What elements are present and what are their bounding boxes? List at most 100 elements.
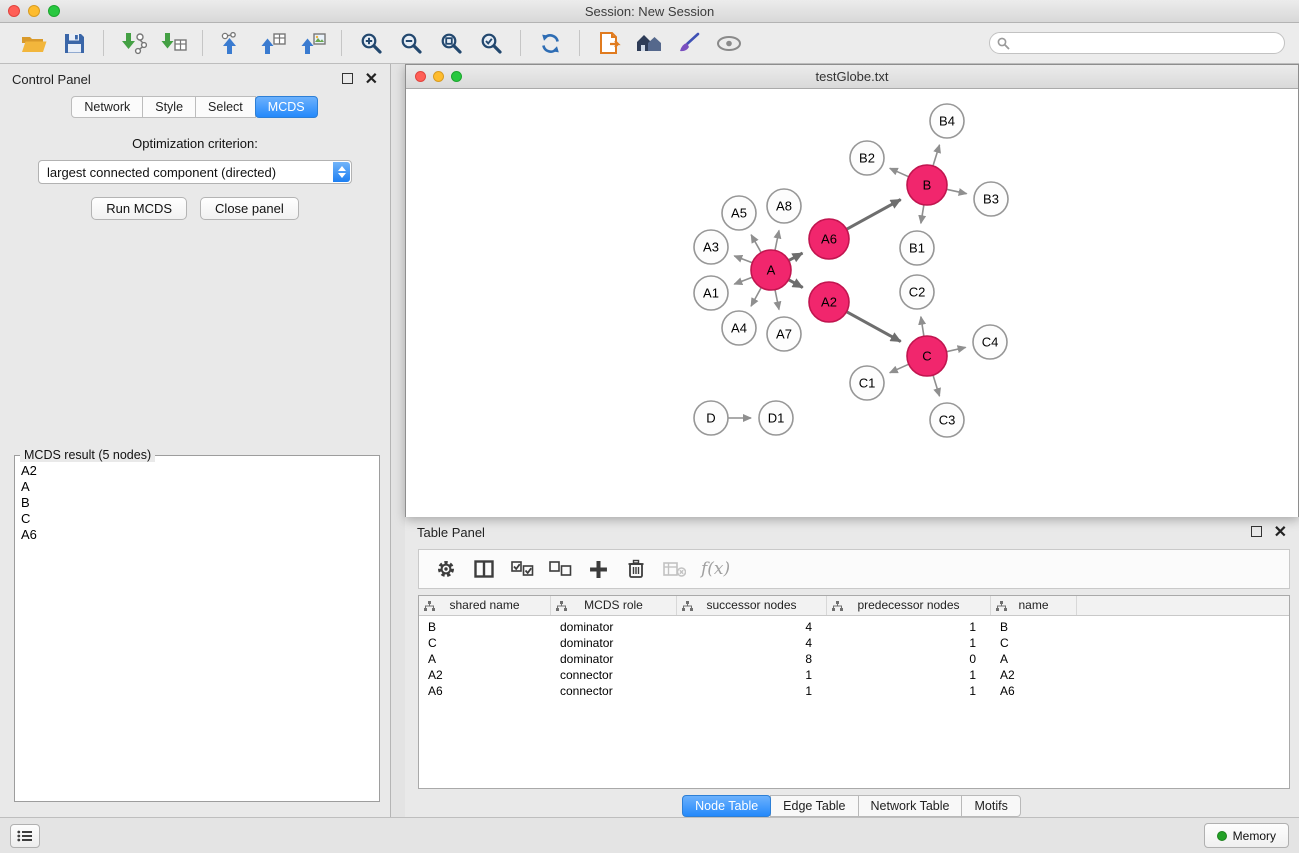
cell[interactable]: 4	[677, 635, 827, 651]
graph-node-A7[interactable]: A7	[767, 317, 801, 351]
zoom-out-button[interactable]	[394, 27, 428, 59]
style-brush-button[interactable]	[672, 27, 706, 59]
edge-C-C2[interactable]	[921, 317, 924, 337]
column-header-mcds-role[interactable]: MCDS role	[551, 596, 677, 615]
cell[interactable]: dominator	[551, 651, 677, 667]
edge-C-C1[interactable]	[890, 364, 909, 373]
table-row[interactable]: A6connector11A6	[419, 683, 1289, 699]
graph-node-D1[interactable]: D1	[759, 401, 793, 435]
result-item[interactable]: A6	[21, 527, 379, 543]
tab-motifs[interactable]: Motifs	[961, 795, 1020, 817]
result-item[interactable]: A2	[21, 463, 379, 479]
cell[interactable]: 1	[827, 683, 991, 699]
tab-network-table[interactable]: Network Table	[858, 795, 963, 817]
cell[interactable]: B	[419, 619, 551, 635]
cell[interactable]: A6	[991, 683, 1077, 699]
neighborhood-button[interactable]	[632, 27, 666, 59]
float-table-panel-button[interactable]	[1251, 525, 1262, 540]
edge-A6-B[interactable]	[847, 200, 901, 230]
cell[interactable]: A2	[991, 667, 1077, 683]
cell[interactable]: 0	[827, 651, 991, 667]
graph-node-B4[interactable]: B4	[930, 104, 964, 138]
minimize-window-button[interactable]	[28, 5, 40, 17]
optimization-criterion-select[interactable]: largest connected component (directed)	[38, 160, 352, 184]
table-settings-button[interactable]	[429, 554, 463, 584]
import-table-button[interactable]	[156, 27, 190, 59]
close-panel-button[interactable]: ✕	[365, 72, 378, 87]
export-network-button[interactable]	[215, 27, 249, 59]
tab-node-table[interactable]: Node Table	[682, 795, 771, 817]
function-builder-button[interactable]: f(x)	[701, 559, 730, 579]
graph-node-A8[interactable]: A8	[767, 189, 801, 223]
graph-node-B[interactable]: B	[907, 165, 947, 205]
tab-edge-table[interactable]: Edge Table	[770, 795, 858, 817]
cell[interactable]: dominator	[551, 619, 677, 635]
edge-B-B1[interactable]	[921, 205, 924, 224]
network-view[interactable]: B4B2BB3A5A8A6B1A3AC2A1A2A4A7C4CC1C3DD1	[406, 89, 1298, 517]
report-button[interactable]	[592, 27, 626, 59]
zoom-network-window-button[interactable]	[451, 71, 462, 82]
cell[interactable]: A	[991, 651, 1077, 667]
column-header-shared-name[interactable]: shared name	[419, 596, 551, 615]
cell[interactable]: connector	[551, 667, 677, 683]
result-item[interactable]: A	[21, 479, 379, 495]
cell[interactable]: 8	[677, 651, 827, 667]
column-header-name[interactable]: name	[991, 596, 1077, 615]
close-network-window-button[interactable]	[415, 71, 426, 82]
edge-A-A2[interactable]	[789, 280, 803, 288]
show-hide-button[interactable]	[712, 27, 746, 59]
edge-A-A1[interactable]	[734, 277, 752, 284]
graph-node-A[interactable]: A	[751, 250, 791, 290]
edge-A-A5[interactable]	[751, 235, 761, 253]
table-row[interactable]: Bdominator41B	[419, 619, 1289, 635]
cell[interactable]: 1	[827, 619, 991, 635]
edge-C-C4[interactable]	[947, 347, 966, 351]
cell[interactable]: 1	[677, 667, 827, 683]
cell[interactable]: 1	[677, 683, 827, 699]
edge-A2-C[interactable]	[847, 312, 901, 342]
graph-node-A2[interactable]: A2	[809, 282, 849, 322]
result-item[interactable]: B	[21, 495, 379, 511]
graph-node-B3[interactable]: B3	[974, 182, 1008, 216]
search-input[interactable]	[989, 32, 1285, 54]
table-row[interactable]: Cdominator41C	[419, 635, 1289, 651]
table-row[interactable]: Adominator80A	[419, 651, 1289, 667]
zoom-window-button[interactable]	[48, 5, 60, 17]
cell[interactable]: 1	[827, 667, 991, 683]
close-panel-action-button[interactable]: Close panel	[200, 197, 299, 220]
graph-node-A6[interactable]: A6	[809, 219, 849, 259]
edge-B-B2[interactable]	[890, 168, 909, 177]
tab-style[interactable]: Style	[142, 96, 196, 118]
add-row-button[interactable]	[581, 554, 615, 584]
graph-node-C4[interactable]: C4	[973, 325, 1007, 359]
graph-node-C2[interactable]: C2	[900, 275, 934, 309]
select-all-button[interactable]	[505, 554, 539, 584]
edge-B-B4[interactable]	[933, 145, 940, 166]
graph-node-C[interactable]: C	[907, 336, 947, 376]
cell[interactable]: C	[419, 635, 551, 651]
minimize-network-window-button[interactable]	[433, 71, 444, 82]
graph-node-A5[interactable]: A5	[722, 196, 756, 230]
memory-button[interactable]: Memory	[1204, 823, 1289, 848]
run-mcds-button[interactable]: Run MCDS	[91, 197, 187, 220]
edge-A-A3[interactable]	[734, 256, 752, 263]
zoom-selected-button[interactable]	[474, 27, 508, 59]
close-table-panel-button[interactable]: ✕	[1274, 525, 1287, 540]
graph-node-D[interactable]: D	[694, 401, 728, 435]
edge-C-C3[interactable]	[933, 375, 940, 396]
zoom-in-button[interactable]	[354, 27, 388, 59]
cell[interactable]: 1	[827, 635, 991, 651]
edge-A-A6[interactable]	[789, 253, 803, 261]
graph-node-A4[interactable]: A4	[722, 311, 756, 345]
cell[interactable]: connector	[551, 683, 677, 699]
delete-row-button[interactable]	[619, 554, 653, 584]
zoom-fit-button[interactable]	[434, 27, 468, 59]
close-window-button[interactable]	[8, 5, 20, 17]
graph-node-B2[interactable]: B2	[850, 141, 884, 175]
network-window-titlebar[interactable]: testGlobe.txt	[406, 65, 1298, 89]
edge-B-B3[interactable]	[947, 189, 967, 193]
task-history-button[interactable]	[10, 824, 40, 848]
graph-node-C1[interactable]: C1	[850, 366, 884, 400]
graph-node-C3[interactable]: C3	[930, 403, 964, 437]
save-session-button[interactable]	[57, 27, 91, 59]
